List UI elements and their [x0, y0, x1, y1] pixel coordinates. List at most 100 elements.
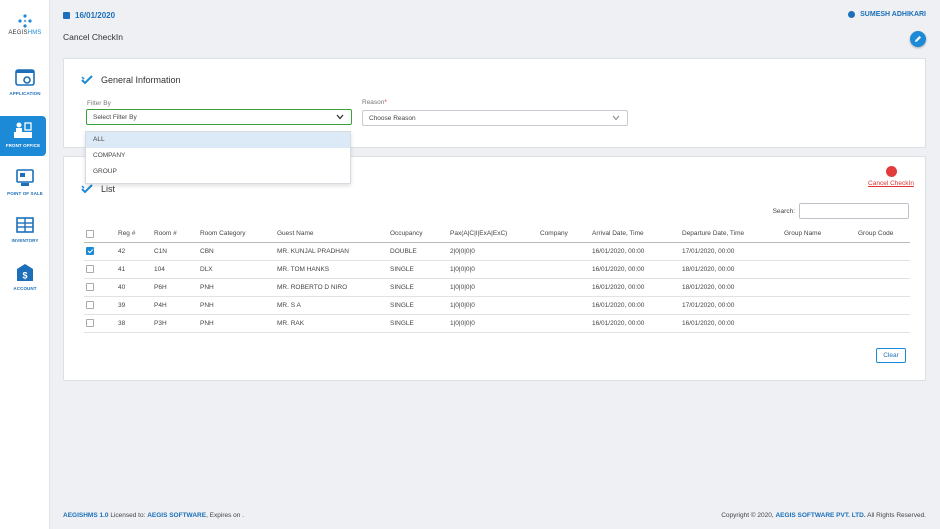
header: 16/01/2020 SUMESH ADHIKARI Cancel CheckI…	[50, 0, 940, 56]
sidebar-item-account[interactable]: $ ACCOUNT	[0, 263, 50, 303]
cancel-checkin-button[interactable]: Cancel CheckIn	[865, 166, 917, 187]
logo-icon	[18, 14, 32, 28]
reason-value: Choose Reason	[369, 114, 416, 122]
arrival-cell: 16/01/2020, 00:00	[590, 242, 680, 261]
occupancy-cell: SINGLE	[388, 260, 448, 279]
select-all-checkbox[interactable]	[86, 229, 94, 238]
reg-cell: 39	[116, 296, 152, 315]
table-row[interactable]: 42 C1N CBN MR. KUNJAL PRADHAN DOUBLE 2|0|0|0|…	[84, 242, 910, 261]
row-checkbox[interactable]	[86, 265, 94, 273]
column-header[interactable]: Group Code	[856, 226, 910, 243]
company-cell	[538, 242, 590, 261]
row-checkbox[interactable]	[86, 247, 94, 255]
column-header[interactable]: Room Category	[198, 226, 275, 243]
row-select-cell	[84, 242, 116, 261]
current-date: 16/01/2020	[63, 11, 115, 20]
column-header[interactable]: Occupancy	[388, 226, 448, 243]
sidebar: AEGISHMS APPLICATION FRONT OFFICE POINT …	[0, 0, 50, 529]
arrival-cell: 16/01/2020, 00:00	[590, 296, 680, 315]
filter-option-company[interactable]: COMPANY	[86, 148, 350, 164]
company-cell	[538, 278, 590, 297]
group-name-cell	[782, 260, 856, 279]
reason-label: Reason*	[362, 99, 387, 106]
guest-name-cell: MR. TOM HANKS	[275, 260, 388, 279]
column-header[interactable]: Pax(A|C|I|ExA|ExC)	[448, 226, 538, 243]
row-checkbox[interactable]	[86, 283, 94, 291]
row-select-cell	[84, 260, 116, 279]
sidebar-item-application[interactable]: APPLICATION	[0, 68, 50, 108]
group-name-cell	[782, 278, 856, 297]
filter-option-all[interactable]: ALL	[86, 132, 350, 148]
room-category-cell: CBN	[198, 242, 275, 261]
sidebar-item-label: APPLICATION	[9, 91, 41, 96]
column-header[interactable]: Reg #	[116, 226, 152, 243]
front-desk-icon	[14, 122, 32, 138]
occupancy-cell: DOUBLE	[388, 242, 448, 261]
guest-name-cell: MR. S A	[275, 296, 388, 315]
guest-name-cell: MR. ROBERTO D NIRO	[275, 278, 388, 297]
group-name-cell	[782, 242, 856, 261]
room-cell: P6H	[152, 278, 198, 297]
occupancy-cell: SINGLE	[388, 278, 448, 297]
room-category-cell: PNH	[198, 296, 275, 315]
sidebar-item-point-of-sale[interactable]: POINT OF SALE	[0, 168, 50, 208]
room-cell: P3H	[152, 314, 198, 333]
user-icon	[848, 11, 856, 18]
arrival-cell: 16/01/2020, 00:00	[590, 278, 680, 297]
company-cell	[538, 260, 590, 279]
room-cell: C1N	[152, 242, 198, 261]
double-check-icon	[81, 184, 93, 194]
table-row[interactable]: 40 P6H PNH MR. ROBERTO D NIRO SINGLE 1|0|0|0|…	[84, 278, 910, 297]
company-cell	[538, 314, 590, 333]
search-input[interactable]	[799, 203, 909, 219]
departure-cell: 18/01/2020, 00:00	[680, 260, 782, 279]
column-header[interactable]: Guest Name	[275, 226, 388, 243]
room-category-cell: PNH	[198, 314, 275, 333]
filter-option-group[interactable]: GROUP	[86, 164, 350, 180]
filter-by-select[interactable]: Select Filter By	[86, 109, 352, 125]
pos-icon	[16, 169, 34, 186]
table-row[interactable]: 41 104 DLX MR. TOM HANKS SINGLE 1|0|0|0|0 16/0…	[84, 260, 910, 279]
sidebar-item-inventory[interactable]: INVENTORY	[0, 215, 50, 255]
group-name-cell	[782, 314, 856, 333]
departure-cell: 17/01/2020, 00:00	[680, 296, 782, 315]
column-header[interactable]: Company	[538, 226, 590, 243]
departure-cell: 17/01/2020, 00:00	[680, 242, 782, 261]
room-cell: P4H	[152, 296, 198, 315]
table-row[interactable]: 38 P3H PNH MR. RAK SINGLE 1|0|0|0|0 16/01/2020…	[84, 314, 910, 333]
user-menu[interactable]: SUMESH ADHIKARI	[848, 11, 926, 18]
select-all-header	[84, 226, 116, 243]
pax-cell: 1|0|0|0|0	[448, 278, 538, 297]
clear-button[interactable]: Clear	[876, 348, 906, 363]
reason-select[interactable]: Choose Reason	[362, 110, 628, 126]
sidebar-item-front-office[interactable]: FRONT OFFICE	[0, 116, 46, 156]
column-header[interactable]: Arrival Date, Time	[590, 226, 680, 243]
reg-cell: 40	[116, 278, 152, 297]
column-header[interactable]: Room #	[152, 226, 198, 243]
table-row[interactable]: 39 P4H PNH MR. S A SINGLE 1|0|0|0|0 16/01/2020…	[84, 296, 910, 315]
departure-cell: 18/01/2020, 00:00	[680, 278, 782, 297]
chevron-down-icon	[612, 115, 620, 121]
pencil-icon	[915, 36, 921, 42]
company-cell	[538, 296, 590, 315]
edit-button[interactable]	[910, 31, 926, 47]
svg-text:$: $	[22, 271, 27, 281]
room-category-cell: PNH	[198, 278, 275, 297]
group-name-cell	[782, 296, 856, 315]
pax-cell: 1|0|0|0|0	[448, 314, 538, 333]
guest-name-cell: MR. KUNJAL PRADHAN	[275, 242, 388, 261]
cancel-checkin-label: Cancel CheckIn	[868, 180, 914, 187]
column-header[interactable]: Departure Date, Time	[680, 226, 782, 243]
row-checkbox[interactable]	[86, 319, 94, 327]
checkin-table: Reg # Room # Room Category Guest Name Oc…	[84, 226, 910, 333]
footer-copyright: Copyright © 2020, AEGIS SOFTWARE PVT. LT…	[721, 512, 926, 519]
filter-by-value: Select Filter By	[93, 113, 137, 121]
calendar-icon	[63, 12, 70, 19]
app-logo[interactable]: AEGISHMS	[0, 14, 50, 36]
group-code-cell	[856, 260, 910, 279]
user-name: SUMESH ADHIKARI	[860, 11, 926, 18]
inventory-icon	[16, 217, 34, 233]
row-checkbox[interactable]	[86, 301, 94, 309]
column-header[interactable]: Group Name	[782, 226, 856, 243]
sidebar-item-label: POINT OF SALE	[7, 191, 43, 196]
